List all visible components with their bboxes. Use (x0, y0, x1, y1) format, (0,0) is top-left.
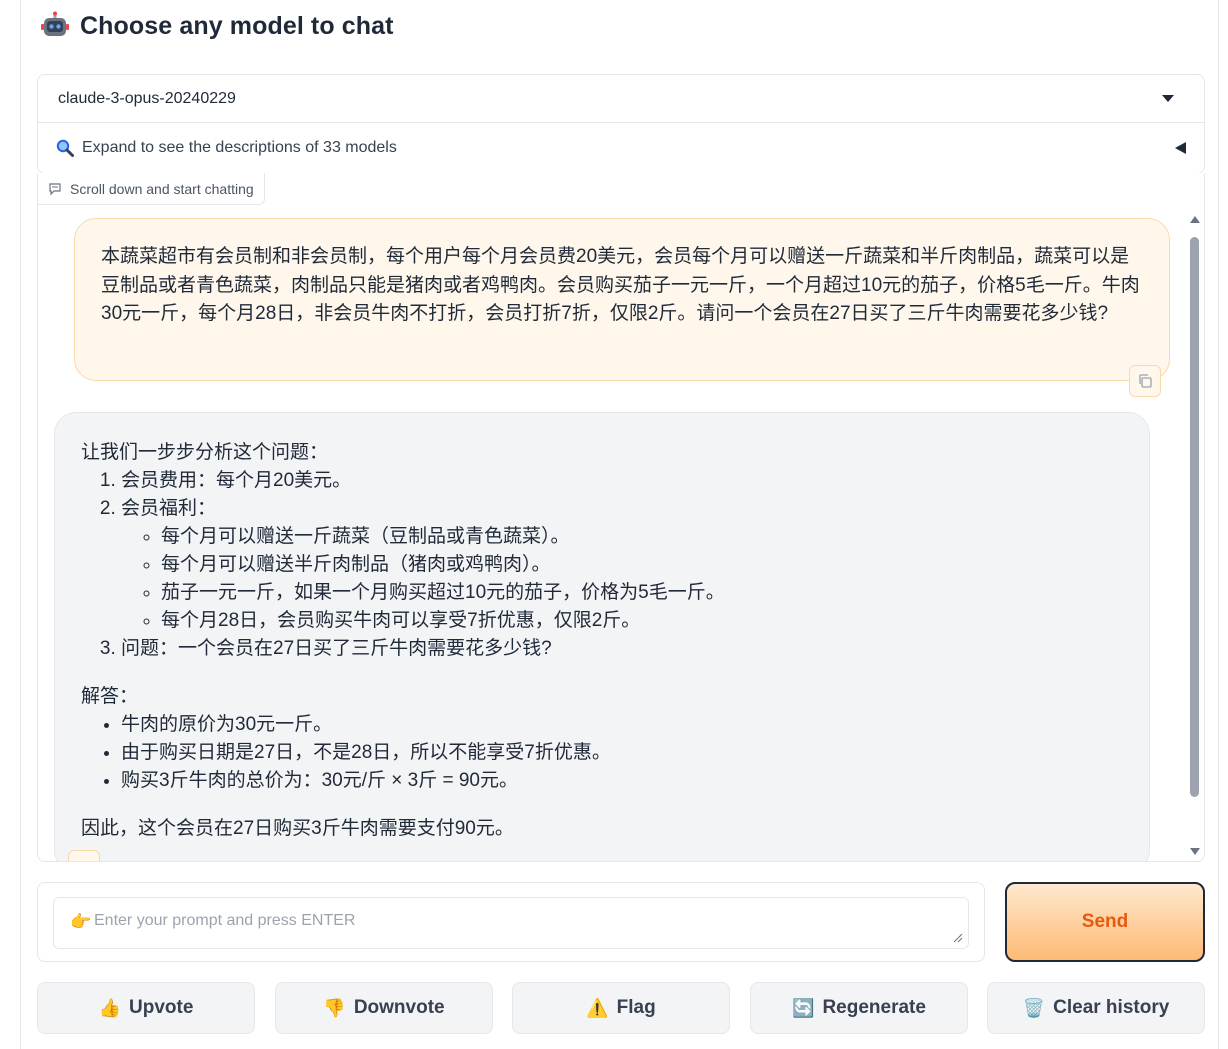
model-descriptions-accordion[interactable]: Expand to see the descriptions of 33 mod… (38, 123, 1204, 173)
user-message: 本蔬菜超市有会员制和非会员制，每个用户每个月会员费20美元，会员每个月可以赠送一… (74, 218, 1170, 397)
model-dropdown[interactable]: claude-3-opus-20240229 (38, 75, 1204, 123)
downvote-button[interactable]: 👎 Downvote (275, 982, 493, 1034)
upvote-button[interactable]: 👍 Upvote (37, 982, 255, 1034)
robot-icon (41, 11, 69, 36)
answer-list: 牛肉的原价为30元一斤。 由于购买日期是27日，不是28日，所以不能享受7折优惠… (121, 711, 1123, 795)
copy-button[interactable] (1129, 365, 1161, 397)
scrollbar-thumb[interactable] (1190, 237, 1199, 797)
chat-scrollbar[interactable] (1187, 211, 1203, 857)
list-item: 牛肉的原价为30元一斤。 (121, 711, 1123, 739)
analysis-steps: 会员费用：每个月20美元。 会员福利： 每个月可以赠送一斤蔬菜（豆制品或青色蔬菜… (121, 467, 1123, 663)
flag-button[interactable]: ⚠️ Flag (512, 982, 730, 1034)
regenerate-label: Regenerate (822, 997, 926, 1018)
scroll-up-icon[interactable] (1190, 216, 1200, 223)
scroll-down-icon[interactable] (1190, 848, 1200, 855)
page-header: Choose any model to chat (40, 8, 394, 44)
downvote-label: Downvote (353, 997, 445, 1018)
page-frame-right (1218, 0, 1219, 1049)
step-item: 问题：一个会员在27日买了三斤牛肉需要花多少钱? (121, 635, 1123, 663)
upvote-label: Upvote (129, 997, 194, 1018)
thumbs-down-icon: 👎 (323, 997, 346, 1018)
resize-grip-icon[interactable] (953, 933, 963, 943)
list-item: 由于购买日期是27日，不是28日，所以不能享受7折优惠。 (121, 739, 1123, 767)
answer-heading: 解答： (81, 686, 139, 707)
thumbs-up-icon: 👍 (98, 997, 121, 1018)
step-item: 会员费用：每个月20美元。 (121, 467, 1123, 495)
chevron-down-icon (1162, 95, 1174, 102)
model-dropdown-value: claude-3-opus-20240229 (58, 89, 236, 107)
chatbot-label-text: Scroll down and start chatting (70, 180, 254, 197)
magnifier-icon (56, 139, 74, 157)
list-item: 每个月可以赠送一斤蔬菜（豆制品或青色蔬菜）。 (161, 523, 1123, 551)
action-buttons: 👍 Upvote 👎 Downvote ⚠️ Flag 🔄 Regenerate… (37, 982, 1205, 1034)
warning-icon: ⚠️ (586, 997, 609, 1018)
prompt-panel: 👉 (37, 882, 985, 962)
refresh-icon: 🔄 (792, 997, 815, 1018)
model-panel: claude-3-opus-20240229 Expand to see the… (37, 74, 1205, 174)
list-item: 每个月可以赠送半斤肉制品（猪肉或鸡鸭肉）。 (161, 551, 1123, 579)
chat-icon (49, 182, 61, 195)
copy-button[interactable] (68, 850, 100, 861)
assistant-conclusion: 因此，这个会员在27日购买3斤牛肉需要支付90元。 (81, 818, 514, 839)
send-button[interactable]: Send (1005, 882, 1205, 962)
list-item: 购买3斤牛肉的总价为：30元/斤 × 3斤 = 90元。 (121, 767, 1123, 795)
assistant-message: 让我们一步步分析这个问题： 会员费用：每个月20美元。 会员福利： 每个月可以赠… (54, 412, 1150, 861)
chatbot-label: Scroll down and start chatting (38, 173, 265, 205)
benefits-list: 每个月可以赠送一斤蔬菜（豆制品或青色蔬菜）。 每个月可以赠送半斤肉制品（猪肉或鸡… (161, 523, 1123, 635)
assistant-intro: 让我们一步步分析这个问题： (81, 442, 329, 463)
user-message-text: 本蔬菜超市有会员制和非会员制，每个用户每个月会员费20美元，会员每个月可以赠送一… (101, 246, 1140, 324)
collapse-arrow-icon (1175, 142, 1186, 154)
page-frame-left (20, 0, 21, 1049)
list-item: 茄子一元一斤，如果一个月购买超过10元的茄子，价格为5毛一斤。 (161, 579, 1123, 607)
page-title: Choose any model to chat (80, 11, 394, 40)
regenerate-button[interactable]: 🔄 Regenerate (750, 982, 968, 1034)
step-text: 会员福利： (121, 498, 217, 519)
accordion-label: Expand to see the descriptions of 33 mod… (82, 139, 397, 156)
pointing-hand-icon: 👉 (70, 912, 92, 931)
prompt-input[interactable] (53, 897, 969, 949)
trash-icon: 🗑️ (1022, 997, 1046, 1018)
step-item: 会员福利： 每个月可以赠送一斤蔬菜（豆制品或青色蔬菜）。 每个月可以赠送半斤肉制… (121, 495, 1123, 635)
copy-icon (1139, 374, 1152, 388)
clear-history-label: Clear history (1053, 997, 1170, 1018)
flag-label: Flag (616, 997, 656, 1018)
list-item: 每个月28日，会员购买牛肉可以享受7折优惠，仅限2斤。 (161, 607, 1123, 635)
chatbot[interactable]: Scroll down and start chatting 本蔬菜超市有会员制… (37, 173, 1205, 862)
clear-history-button[interactable]: 🗑️ Clear history (987, 982, 1205, 1034)
